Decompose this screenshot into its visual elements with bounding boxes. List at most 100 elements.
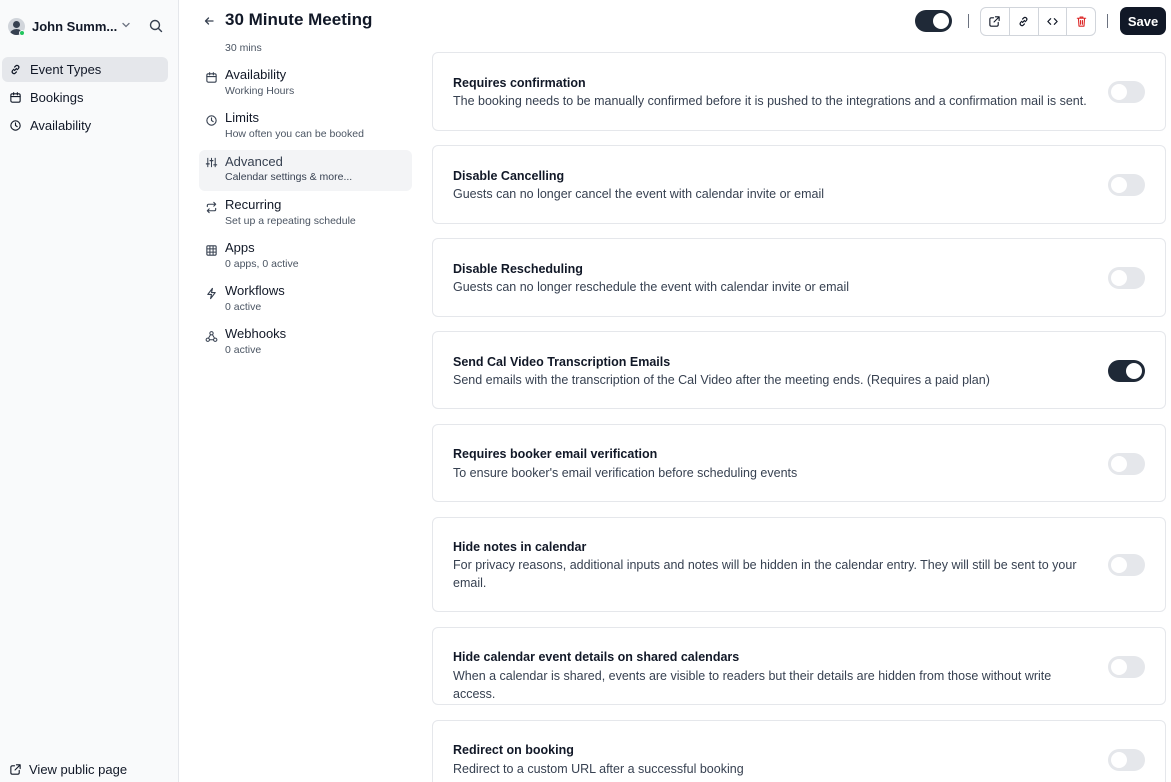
- repeat-icon: [206, 201, 217, 214]
- sliders-icon: [205, 157, 218, 168]
- user-menu[interactable]: John Summ...: [8, 14, 173, 38]
- toggle-knob: [1111, 177, 1127, 193]
- subnav-item-availability[interactable]: Availability Working Hours: [199, 66, 412, 107]
- duration-text: 30 mins: [225, 42, 262, 54]
- setting-title: Disable Rescheduling: [453, 262, 583, 276]
- toggle-knob: [1111, 752, 1127, 768]
- clock-icon: [206, 115, 217, 126]
- setting-title: Send Cal Video Transcription Emails: [453, 355, 671, 369]
- setting-desc: Guests can no longer reschedule the even…: [453, 280, 850, 294]
- grid-icon: [206, 245, 217, 256]
- setting-desc: The booking needs to be manually confirm…: [453, 94, 1087, 108]
- redirect-on-booking-toggle[interactable]: [1108, 749, 1145, 771]
- hide-event-details-toggle[interactable]: [1108, 656, 1145, 678]
- webhook-icon: [205, 331, 218, 342]
- toggle-knob: [1111, 659, 1127, 675]
- public-page-label: View public page: [29, 762, 128, 777]
- external-link-icon: [989, 16, 1001, 27]
- setting-title: Redirect on booking: [453, 743, 574, 757]
- setting-desc: Guests can no longer cancel the event wi…: [453, 187, 825, 201]
- subnav-title: Webhooks: [225, 326, 287, 341]
- subnav-title: Recurring: [225, 197, 282, 212]
- setting-card-email-verification: Requires booker email verification To en…: [432, 424, 1166, 502]
- toggle-knob: [1111, 84, 1127, 100]
- setting-desc: Send emails with the transcription of th…: [453, 373, 990, 387]
- clock-icon: [10, 120, 21, 131]
- setting-desc: To ensure booker's email verification be…: [453, 466, 798, 480]
- preview-button[interactable]: [981, 8, 1010, 35]
- subnav-item-recurring[interactable]: Recurring Set up a repeating schedule: [199, 196, 412, 237]
- nav-item-bookings[interactable]: Bookings: [2, 85, 168, 110]
- setting-card-disable-cancelling: Disable Cancelling Guests can no longer …: [432, 145, 1166, 224]
- nav-item-label: Bookings: [30, 90, 84, 105]
- save-button[interactable]: Save: [1120, 7, 1166, 35]
- setting-card-hide-notes: Hide notes in calendar For privacy reaso…: [432, 517, 1166, 612]
- subnav-item-apps[interactable]: Apps 0 apps, 0 active: [199, 239, 412, 280]
- setting-card-redirect-on-booking: Redirect on booking Redirect to a custom…: [432, 720, 1166, 782]
- page-header: 30 Minute Meeting Save: [180, 0, 1171, 44]
- setting-title: Hide notes in calendar: [453, 540, 587, 554]
- embed-button[interactable]: [1039, 8, 1068, 35]
- sidebar: John Summ... Event Types Bookings Availa…: [0, 0, 179, 782]
- trash-icon: [1076, 16, 1086, 27]
- setting-card-hide-event-details: Hide calendar event details on shared ca…: [432, 627, 1166, 705]
- view-public-page-link[interactable]: View public page: [9, 762, 127, 777]
- requires-confirmation-toggle[interactable]: [1108, 81, 1145, 103]
- code-icon: [1047, 18, 1058, 25]
- transcription-emails-toggle[interactable]: [1108, 360, 1145, 382]
- subnav-item-limits[interactable]: Limits How often you can be booked: [199, 109, 412, 150]
- hidden-toggle[interactable]: [915, 10, 952, 32]
- hide-notes-toggle[interactable]: [1108, 554, 1145, 576]
- link-icon: [11, 64, 20, 75]
- nav-item-label: Event Types: [30, 62, 102, 77]
- toggle-knob: [1126, 363, 1142, 379]
- subnav-title: Availability: [225, 67, 287, 82]
- link-icon: [1019, 16, 1028, 27]
- subnav-item-workflows[interactable]: Workflows 0 active: [199, 282, 412, 323]
- toggle-knob: [1111, 557, 1127, 573]
- disable-rescheduling-toggle[interactable]: [1108, 267, 1145, 289]
- search-icon[interactable]: [148, 18, 164, 34]
- subnav-desc: 0 apps, 0 active: [225, 258, 299, 270]
- setting-desc: For privacy reasons, additional inputs a…: [453, 558, 1077, 590]
- page-title: 30 Minute Meeting: [225, 10, 373, 29]
- action-button-group: [980, 7, 1096, 36]
- divider: [968, 14, 969, 28]
- subnav-item-webhooks[interactable]: Webhooks 0 active: [199, 325, 412, 366]
- nav-item-availability[interactable]: Availability: [2, 113, 168, 138]
- setting-desc: Redirect to a custom URL after a success…: [453, 762, 744, 776]
- back-arrow-icon[interactable]: [202, 14, 216, 28]
- setting-card-disable-rescheduling: Disable Rescheduling Guests can no longe…: [432, 238, 1166, 317]
- setting-title: Requires booker email verification: [453, 447, 658, 461]
- nav-item-event-types[interactable]: Event Types: [2, 57, 168, 82]
- setting-title: Disable Cancelling: [453, 169, 565, 183]
- calendar-icon: [10, 92, 21, 103]
- external-link-icon: [10, 764, 21, 775]
- disable-cancelling-toggle[interactable]: [1108, 174, 1145, 196]
- subnav-item-advanced[interactable]: Advanced Calendar settings & more...: [199, 150, 412, 191]
- setting-title: Hide calendar event details on shared ca…: [453, 650, 740, 664]
- calendar-icon: [206, 72, 217, 83]
- subnav-desc: How often you can be booked: [225, 128, 364, 140]
- subnav-desc: Working Hours: [225, 85, 295, 97]
- main-nav: Event Types Bookings Availability: [2, 57, 168, 141]
- online-status-dot: [19, 30, 25, 36]
- zap-icon: [207, 287, 216, 300]
- setting-card-requires-confirmation: Requires confirmation The booking needs …: [432, 52, 1166, 131]
- email-verification-toggle[interactable]: [1108, 453, 1145, 475]
- delete-button[interactable]: [1067, 8, 1095, 35]
- user-name: John Summ...: [32, 18, 118, 34]
- subnav-title: Workflows: [225, 283, 285, 298]
- subnav-title: Limits: [225, 110, 259, 125]
- setting-card-transcription-emails: Send Cal Video Transcription Emails Send…: [432, 331, 1166, 409]
- subnav-desc: Calendar settings & more...: [225, 171, 353, 183]
- toggle-knob: [1111, 456, 1127, 472]
- copy-link-button[interactable]: [1010, 8, 1039, 35]
- toggle-knob: [1111, 270, 1127, 286]
- subnav-title: Advanced: [225, 154, 283, 169]
- chevron-down-icon[interactable]: [120, 19, 132, 31]
- nav-item-label: Availability: [30, 118, 92, 133]
- subnav-title: Apps: [225, 240, 255, 255]
- subnav-desc: Set up a repeating schedule: [225, 215, 356, 227]
- subnav-desc: 0 active: [225, 301, 262, 313]
